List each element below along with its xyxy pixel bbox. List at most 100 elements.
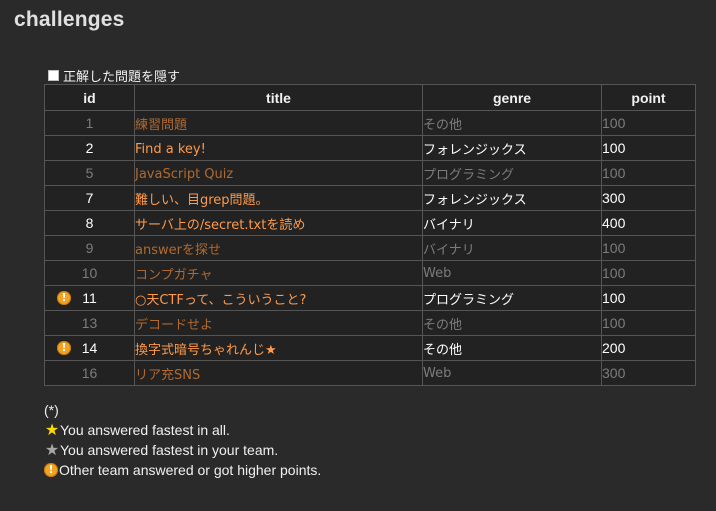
challenge-genre: バイナリ (422, 235, 602, 261)
gold-star-icon: ★ (44, 420, 60, 439)
challenge-title-link[interactable]: 難しい、目grep問題。 (136, 193, 269, 208)
challenge-title-cell[interactable]: 練習問題 (134, 110, 423, 136)
challenge-id-cell: 16 (44, 360, 135, 386)
challenge-point: 200 (601, 335, 696, 361)
challenge-title-link[interactable]: コンプガチャ (136, 268, 213, 283)
challenge-id-cell: 7 (44, 185, 135, 211)
table-row: 7 難しい、目grep問題。 フォレンジックス 300 (44, 185, 696, 211)
column-header-id: id (44, 84, 135, 111)
challenge-genre: その他 (422, 335, 602, 361)
column-header-genre: genre (422, 84, 602, 111)
hide-solved-checkbox[interactable] (48, 69, 59, 81)
challenge-genre: Web (422, 260, 602, 286)
challenge-genre: フォレンジックス (422, 185, 602, 211)
table-row: 2 Find a key! フォレンジックス 100 (44, 135, 696, 161)
challenge-title-cell[interactable]: 難しい、目grep問題。 (134, 185, 423, 211)
challenge-title-cell[interactable]: リア充SNS (134, 360, 423, 386)
table-row: 9 answerを探せ バイナリ 100 (44, 235, 696, 261)
challenge-title-link[interactable]: リア充SNS (136, 368, 201, 383)
challenge-id: 11 (82, 290, 97, 306)
challenge-title-cell[interactable]: 換字式暗号ちゃれんじ★ (134, 335, 423, 361)
challenge-id-cell: ! 11 (44, 285, 135, 311)
legend-note-text: (*) (44, 402, 59, 418)
challenge-genre: プログラミング (422, 160, 602, 186)
challenge-id-cell: 8 (44, 210, 135, 236)
table-header-row: id title genre point (44, 84, 696, 111)
challenges-table: id title genre point 1 練習問題 その他 100 2 Find a … (44, 84, 696, 386)
legend-gray-star-text: You answered fastest in your team. (60, 442, 279, 458)
table-row: 1 練習問題 その他 100 (44, 110, 696, 136)
challenge-point: 100 (601, 310, 696, 336)
challenge-id: 14 (81, 340, 98, 356)
challenge-genre: フォレンジックス (422, 135, 602, 161)
challenge-genre: その他 (422, 310, 602, 336)
legend-gold-star: ★ You answered fastest in all. (44, 420, 321, 440)
challenge-title-link[interactable]: 練習問題 (136, 118, 188, 133)
challenge-point: 100 (601, 135, 696, 161)
challenge-title-cell[interactable]: Find a key! (134, 135, 423, 161)
challenge-genre: プログラミング (422, 285, 602, 311)
table-body: 1 練習問題 その他 100 2 Find a key! フォレンジックス 100 5 JavaS… (44, 110, 696, 386)
challenge-id: 8 (85, 215, 94, 231)
hide-solved-label: 正解した問題を隠す (63, 69, 181, 85)
challenge-title-cell[interactable]: デコードせよ (134, 310, 423, 336)
challenge-point: 400 (601, 210, 696, 236)
gray-star-icon: ★ (44, 440, 60, 459)
challenge-id-cell: 9 (44, 235, 135, 261)
page-title: challenges (14, 8, 125, 31)
challenge-id: 1 (85, 115, 94, 131)
challenge-id-cell: 1 (44, 110, 135, 136)
legend-warning: ! Other team answered or got higher poin… (44, 460, 321, 480)
table-row: 5 JavaScript Quiz プログラミング 100 (44, 160, 696, 186)
challenge-id: 13 (81, 315, 98, 331)
challenge-title-cell[interactable]: JavaScript Quiz (134, 160, 423, 186)
challenge-id-cell: 5 (44, 160, 135, 186)
column-header-title: title (134, 84, 423, 111)
challenge-title-cell[interactable]: コンプガチャ (134, 260, 423, 286)
challenge-point: 100 (601, 110, 696, 136)
challenge-id-cell: ! 14 (44, 335, 135, 361)
challenge-title-link[interactable]: JavaScript Quiz (136, 167, 234, 182)
challenge-title-cell[interactable]: サーバ上の/secret.txtを読め (134, 210, 423, 236)
warning-icon: ! (57, 291, 71, 305)
challenge-id: 9 (85, 240, 94, 256)
legend: (*) ★ You answered fastest in all. ★ You… (44, 400, 321, 480)
challenge-title-link[interactable]: 換字式暗号ちゃれんじ★ (136, 343, 277, 358)
challenge-id-cell: 10 (44, 260, 135, 286)
challenge-title-cell[interactable]: answerを探せ (134, 235, 423, 261)
challenge-point: 300 (601, 185, 696, 211)
challenge-genre: その他 (422, 110, 602, 136)
challenge-title-link[interactable]: ○天CTFって、こういうこと? (136, 293, 307, 308)
challenge-title-link[interactable]: Find a key! (136, 142, 206, 157)
warning-icon: ! (57, 341, 71, 355)
legend-note: (*) (44, 400, 321, 420)
challenge-id: 5 (85, 165, 94, 181)
challenge-point: 100 (601, 285, 696, 311)
hide-solved-filter[interactable]: 正解した問題を隠す (48, 67, 181, 85)
challenge-id: 2 (85, 140, 94, 156)
challenge-id: 16 (81, 365, 98, 381)
challenge-id: 7 (85, 190, 94, 206)
challenge-id-cell: 2 (44, 135, 135, 161)
challenge-point: 100 (601, 235, 696, 261)
challenge-title-cell[interactable]: ○天CTFって、こういうこと? (134, 285, 423, 311)
challenge-point: 300 (601, 360, 696, 386)
challenge-id: 10 (81, 265, 98, 281)
table-row: ! 11 ○天CTFって、こういうこと? プログラミング 100 (44, 285, 696, 311)
table-row: 10 コンプガチャ Web 100 (44, 260, 696, 286)
table-row: ! 14 換字式暗号ちゃれんじ★ その他 200 (44, 335, 696, 361)
warning-icon: ! (44, 463, 58, 477)
table-row: 8 サーバ上の/secret.txtを読め バイナリ 400 (44, 210, 696, 236)
challenge-id-cell: 13 (44, 310, 135, 336)
page: challenges 正解した問題を隠す id title genre poin… (0, 0, 716, 511)
table-row: 13 デコードせよ その他 100 (44, 310, 696, 336)
challenge-title-link[interactable]: answerを探せ (136, 243, 221, 258)
column-header-point: point (601, 84, 696, 111)
challenge-point: 100 (601, 260, 696, 286)
challenge-genre: バイナリ (422, 210, 602, 236)
challenge-title-link[interactable]: サーバ上の/secret.txtを読め (136, 218, 306, 233)
challenge-title-link[interactable]: デコードせよ (136, 318, 214, 333)
legend-gold-star-text: You answered fastest in all. (60, 422, 230, 438)
challenge-point: 100 (601, 160, 696, 186)
challenge-genre: Web (422, 360, 602, 386)
